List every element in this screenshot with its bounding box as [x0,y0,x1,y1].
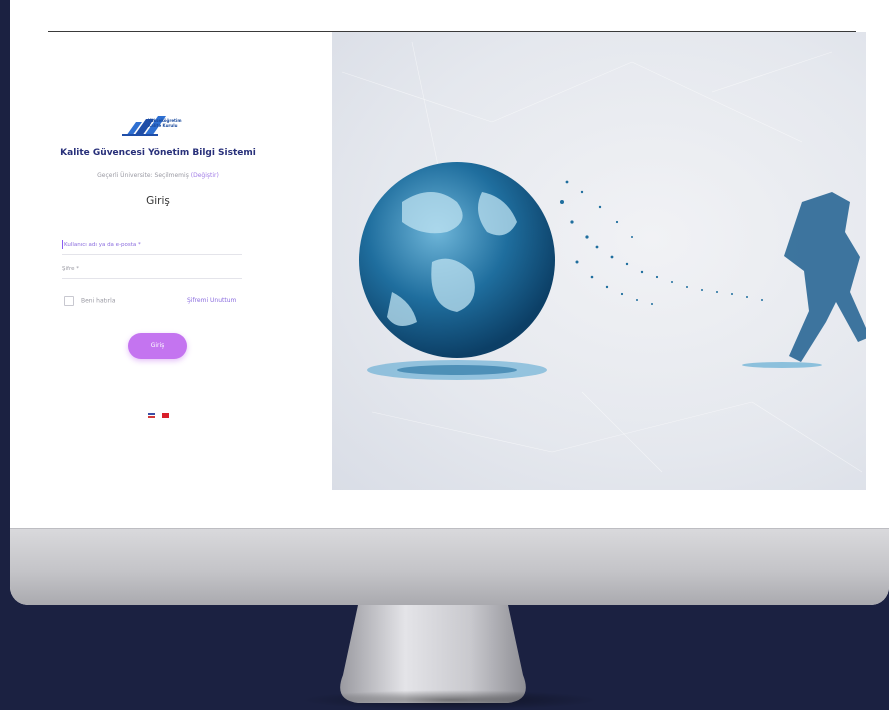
screen: Yükseköğretim Kalite Kurulu Kalite Güven… [10,0,889,528]
monitor-chin [10,528,889,605]
password-placeholder: Şifre * [62,266,79,272]
username-placeholder: Kullanıcı adı ya da e-posta * [64,242,141,248]
remember-label: Beni hatırla [81,297,116,305]
forgot-password-link[interactable]: Şifremi Unuttum [187,297,236,304]
text-cursor [62,240,63,249]
earth-runner-illustration [341,41,866,473]
hero-illustration [332,32,866,490]
password-field[interactable]: Şifre * [62,262,242,279]
change-university-link[interactable]: (Değiştir) [191,172,219,179]
remember-checkbox[interactable] [64,296,74,306]
remember-me[interactable]: Beni hatırla [64,296,116,306]
login-button[interactable]: Giriş [128,333,187,359]
turkey-flag-icon[interactable] [162,413,170,418]
university-status: Geçerli Üniversite: Seçilmemiş [97,172,189,179]
login-panel: Yükseköğretim Kalite Kurulu Kalite Güven… [48,32,322,490]
current-university: Geçerli Üniversite: Seçilmemiş (Değiştir… [48,172,268,179]
monitor-frame: Yükseköğretim Kalite Kurulu Kalite Güven… [10,0,889,605]
uk-flag-icon[interactable] [148,413,155,418]
system-title: Kalite Güvencesi Yönetim Bilgi Sistemi [60,148,256,158]
stand-shadow [300,690,600,710]
username-field[interactable]: Kullanıcı adı ya da e-posta * [62,238,242,255]
language-selector [148,403,171,422]
logo-text-line-2: Kalite Kurulu [148,123,178,128]
login-heading: Giriş [146,195,170,207]
logo-text: Yükseköğretim Kalite Kurulu [148,118,188,128]
